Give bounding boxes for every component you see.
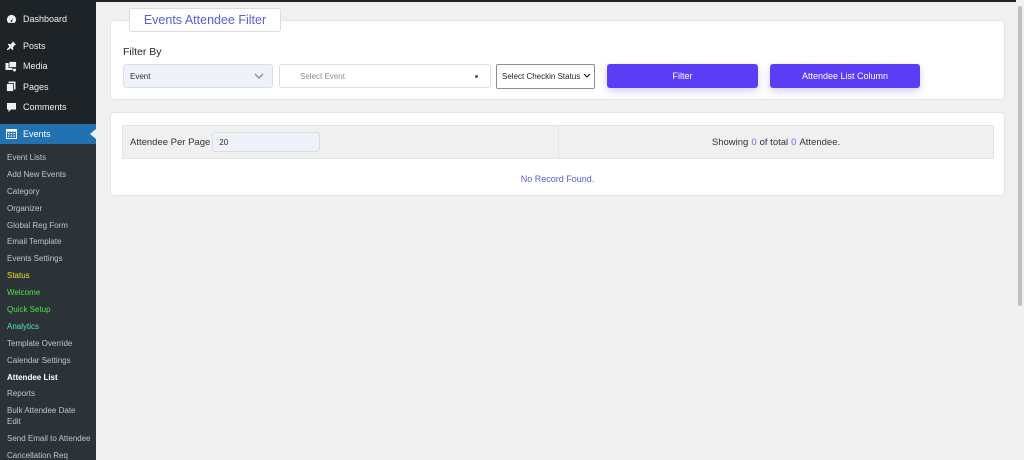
no-record-message: No Record Found. xyxy=(520,174,595,184)
submenu-template-override[interactable]: Template Override xyxy=(0,336,96,353)
calendar-icon xyxy=(5,128,17,140)
submenu-calendar-settings[interactable]: Calendar Settings xyxy=(0,353,96,370)
submenu-welcome[interactable]: Welcome xyxy=(0,285,96,302)
chevron-down-icon xyxy=(583,71,591,83)
menu-pages[interactable]: Pages xyxy=(0,77,96,98)
pages-icon xyxy=(5,81,17,93)
submenu-quick-setup[interactable]: Quick Setup xyxy=(0,302,96,319)
submenu-cancellation-req[interactable]: Cancellation Req xyxy=(0,448,96,460)
scrollbar-thumb[interactable] xyxy=(1018,6,1022,306)
media-icon xyxy=(5,60,17,72)
menu-label: Events xyxy=(23,128,51,139)
page-scrollbar[interactable] xyxy=(1016,0,1024,460)
menu-comments[interactable]: Comments xyxy=(0,97,96,118)
submenu-events-settings[interactable]: Events Settings xyxy=(0,251,96,268)
attendee-list-panel: Attendee Per Page 20 Showing 0 of total … xyxy=(110,112,1005,196)
submenu-analytics[interactable]: Analytics xyxy=(0,319,96,336)
chevron-down-icon xyxy=(254,70,264,84)
menu-label: Posts xyxy=(23,40,46,51)
showing-count: 0 xyxy=(751,136,757,148)
submenu-add-new-events[interactable]: Add New Events xyxy=(0,167,96,184)
filter-by-label: Filter By xyxy=(123,46,162,58)
submenu-organizer[interactable]: Organizer xyxy=(0,201,96,218)
menu-label: Comments xyxy=(23,102,67,113)
events-submenu: Event Lists Add New Events Category Orga… xyxy=(0,144,96,460)
menu-label: Media xyxy=(23,61,48,72)
per-page-label: Attendee Per Page xyxy=(130,136,211,148)
submenu-attendee-list[interactable]: Attendee List xyxy=(0,370,96,387)
attendee-list-column-button[interactable]: Attendee List Column xyxy=(770,64,920,88)
select-event-placeholder: Select Event xyxy=(300,71,345,81)
admin-sidebar: Dashboard Posts Media Pages Comments Eve… xyxy=(0,0,96,460)
menu-label: Dashboard xyxy=(23,14,68,25)
menu-events[interactable]: Events xyxy=(0,123,96,144)
pin-icon xyxy=(5,40,17,52)
filter-panel: Filter By Event Select Event Select Chec… xyxy=(110,20,1005,100)
checkin-status-value: Select Checkin Status xyxy=(502,72,581,81)
filter-button[interactable]: Filter xyxy=(607,64,758,88)
showing-mid: of total xyxy=(759,136,789,148)
select-event-dropdown[interactable]: Select Event xyxy=(279,64,491,88)
menu-label: Pages xyxy=(23,81,49,92)
submenu-send-email-to-attendee[interactable]: Send Email to Attendee xyxy=(0,431,96,448)
submenu-category[interactable]: Category xyxy=(0,184,96,201)
page-title: Events Attendee Filter xyxy=(129,8,281,32)
comment-icon xyxy=(5,101,17,113)
list-header: Attendee Per Page 20 Showing 0 of total … xyxy=(122,125,994,159)
menu-dashboard[interactable]: Dashboard xyxy=(0,9,96,30)
per-page-value: 20 xyxy=(219,137,229,147)
dropdown-arrow-icon xyxy=(475,75,478,78)
checkin-status-select[interactable]: Select Checkin Status xyxy=(496,64,595,89)
event-type-select[interactable]: Event xyxy=(123,64,273,88)
submenu-global-reg-form[interactable]: Global Reg Form xyxy=(0,218,96,235)
showing-summary: Showing 0 of total 0 Attendee. xyxy=(559,126,993,158)
showing-suffix: Attendee. xyxy=(799,136,841,148)
event-type-value: Event xyxy=(130,71,151,81)
per-page-control: Attendee Per Page 20 xyxy=(123,126,559,158)
admin-bar-edge xyxy=(96,0,1024,2)
total-count: 0 xyxy=(791,136,797,148)
per-page-input[interactable]: 20 xyxy=(212,132,321,152)
menu-media[interactable]: Media xyxy=(0,56,96,77)
showing-prefix: Showing xyxy=(711,136,749,148)
dashboard-icon xyxy=(5,13,17,25)
submenu-event-lists[interactable]: Event Lists xyxy=(0,150,96,167)
submenu-bulk-attendee-date-edit[interactable]: Bulk Attendee Date Edit xyxy=(0,403,96,430)
submenu-status[interactable]: Status xyxy=(0,268,96,285)
submenu-reports[interactable]: Reports xyxy=(0,386,96,403)
menu-posts[interactable]: Posts xyxy=(0,36,96,57)
submenu-email-template[interactable]: Email Template xyxy=(0,234,96,251)
